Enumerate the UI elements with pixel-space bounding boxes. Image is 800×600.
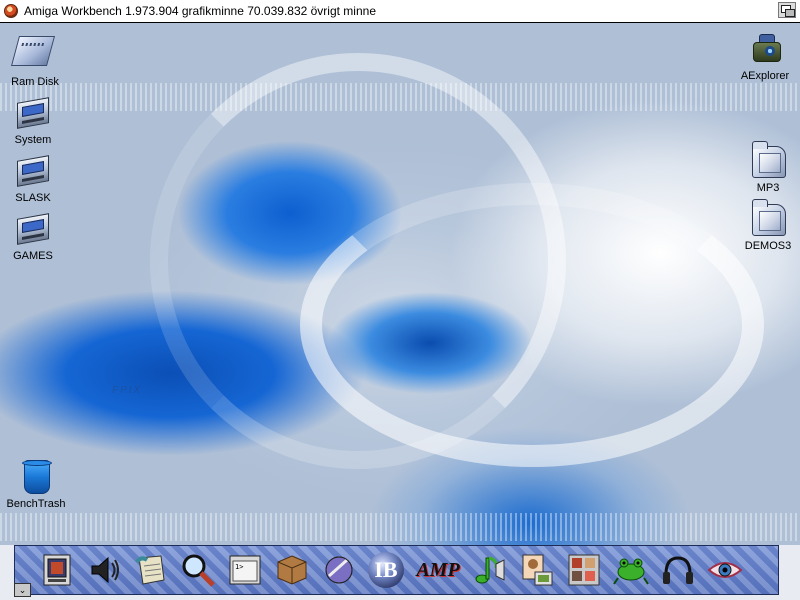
desktop-icon-benchtrash[interactable]: BenchTrash [1, 458, 71, 510]
music-note-icon [475, 556, 505, 584]
app-dock: 1> IB AMP [14, 545, 779, 595]
globe-icon [325, 556, 353, 584]
desktop-icon-label: MP3 [756, 182, 780, 194]
headphones-icon [663, 556, 693, 584]
dock-shell-button[interactable] [37, 550, 77, 590]
desktop-icon-slask[interactable]: SLASK [0, 152, 68, 204]
desktop-icon-label: BenchTrash [6, 498, 66, 510]
dock-menu-chevron-icon[interactable]: ⌄ [14, 583, 31, 597]
dock-notepad-button[interactable] [131, 550, 171, 590]
dock-package-button[interactable] [272, 550, 312, 590]
dock-gallery-button[interactable] [564, 550, 604, 590]
desktop-icon-label: Ram Disk [11, 76, 59, 88]
desktop-icon-label: DEMOS3 [744, 240, 792, 252]
wallpaper-equalizer-band [0, 513, 800, 541]
dock-ibrowse-button[interactable]: IB [366, 550, 406, 590]
desktop-icon-label: AExplorer [740, 70, 790, 82]
eye-icon [707, 562, 743, 578]
folder-icon [748, 199, 788, 238]
hard-drive-icon [13, 152, 53, 190]
camera-icon [745, 30, 785, 68]
svg-text:1>: 1> [235, 563, 243, 571]
gallery-icon [568, 554, 600, 586]
dock-frog-button[interactable] [611, 550, 651, 590]
desktop-icon-label: GAMES [13, 250, 53, 262]
wallpaper-equalizer-band [0, 83, 800, 111]
folder-icon [748, 141, 788, 180]
workbench-title: Amiga Workbench 1.973.904 grafikminne 70… [24, 4, 376, 18]
notepad-icon [135, 555, 165, 585]
image-viewer-icon [522, 554, 553, 586]
depth-gadget-icon[interactable] [778, 2, 796, 18]
terminal-icon: 1> [229, 555, 261, 585]
hard-drive-icon [13, 210, 53, 248]
magnifier-icon [182, 554, 215, 587]
desktop-icon-demos3[interactable]: DEMOS3 [733, 199, 800, 252]
amiga-ball-icon [4, 4, 18, 18]
dock-speaker-button[interactable] [84, 550, 124, 590]
trash-can-icon [16, 458, 56, 496]
workbench-title-bar[interactable]: Amiga Workbench 1.973.904 grafikminne 70… [0, 0, 800, 23]
dock-search-button[interactable] [178, 550, 218, 590]
dock-headphones-button[interactable] [658, 550, 698, 590]
hard-drive-icon [13, 94, 53, 132]
amp-player-icon: AMP [416, 558, 460, 581]
dock-image-viewer-button[interactable] [517, 550, 557, 590]
desktop-icon-system[interactable]: System [0, 94, 68, 146]
package-icon [277, 555, 307, 585]
speaker-icon [91, 556, 119, 584]
wallpaper-watermark: FPIX [112, 385, 143, 396]
dock-music-button[interactable] [470, 550, 510, 590]
desktop-icon-label: SLASK [15, 192, 51, 204]
desktop-wallpaper: FPIX [0, 23, 800, 545]
desktop-icon-ramdisk[interactable]: Ram Disk [0, 30, 70, 88]
frog-icon [613, 558, 649, 585]
dock-globe-button[interactable] [319, 550, 359, 590]
shell-icon [43, 554, 71, 586]
desktop-icon-label: System [14, 134, 52, 146]
desktop-icon-mp3[interactable]: MP3 [733, 141, 800, 194]
desktop-icon-aexplorer[interactable]: AExplorer [730, 30, 800, 82]
ibrowse-label: IB [374, 557, 398, 582]
dock-terminal-button[interactable]: 1> [225, 550, 265, 590]
dock-eye-button[interactable] [705, 550, 745, 590]
ram-disk-icon [10, 36, 56, 74]
wallpaper-swoosh [300, 183, 764, 467]
desktop-icon-games[interactable]: GAMES [0, 210, 68, 262]
dock-amp-button[interactable]: AMP [413, 550, 463, 590]
